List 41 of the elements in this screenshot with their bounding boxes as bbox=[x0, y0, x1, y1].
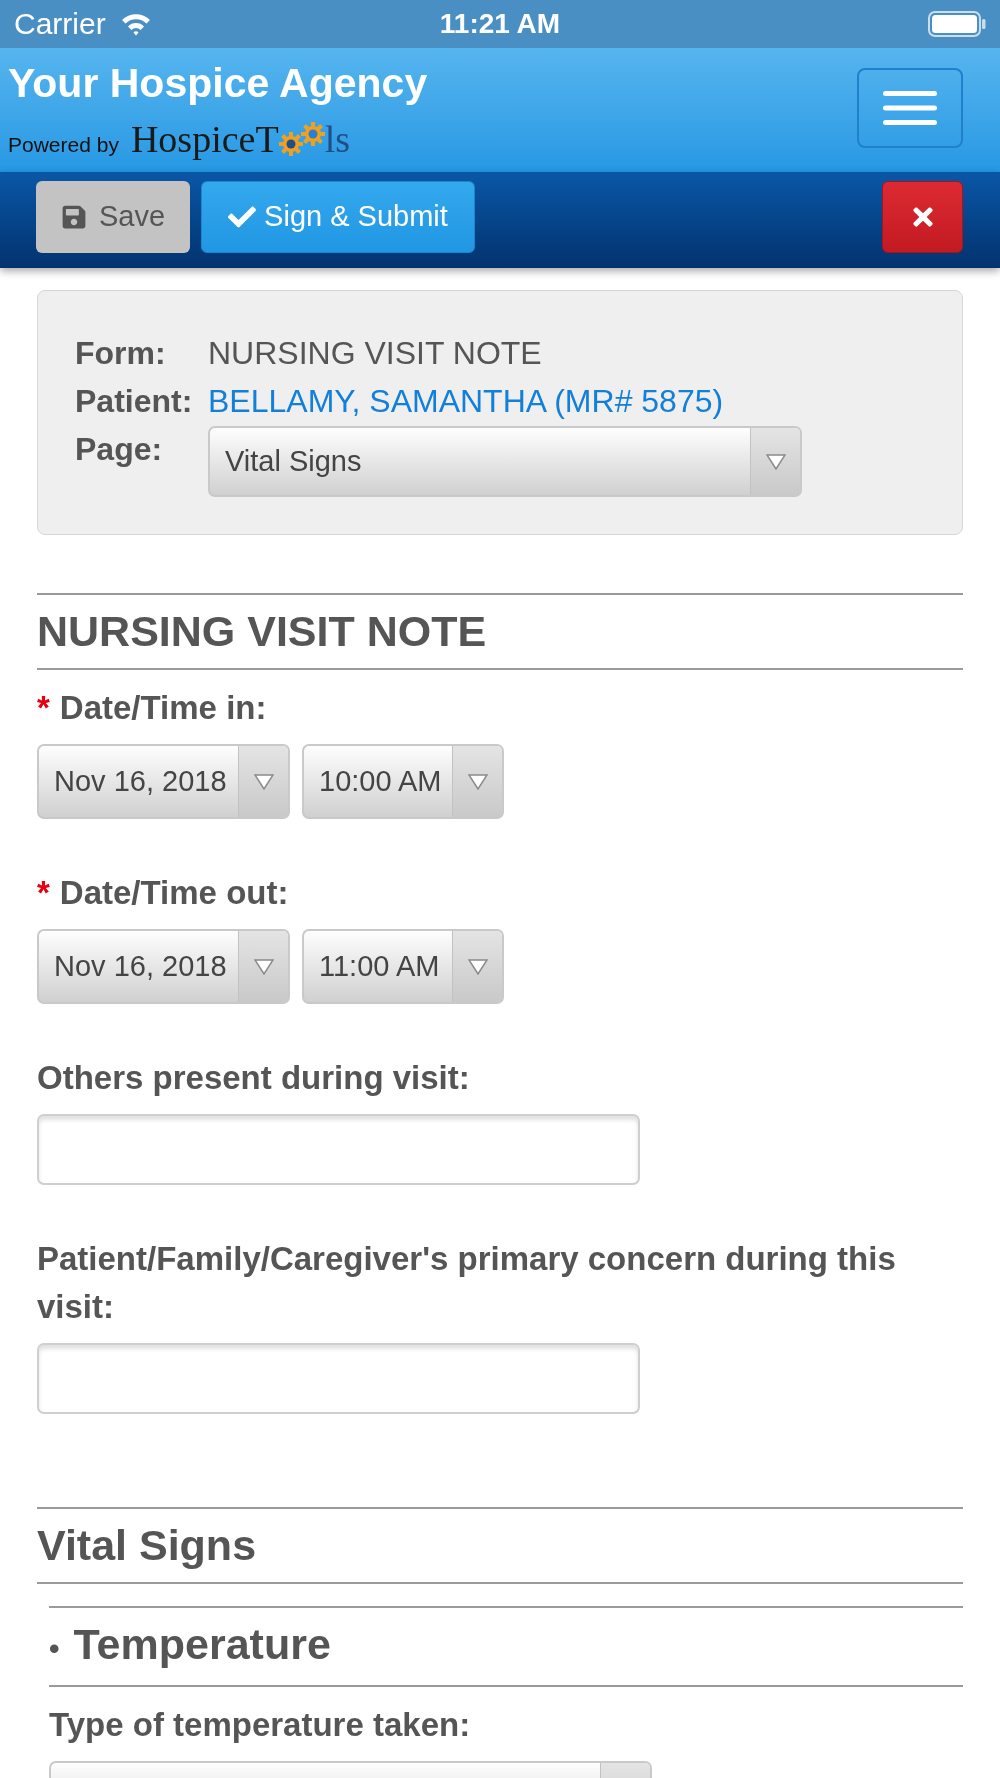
caret-icon bbox=[467, 773, 488, 790]
bullet-mark: • bbox=[49, 1631, 60, 1667]
menu-icon bbox=[883, 91, 937, 125]
menu-button[interactable] bbox=[857, 68, 963, 148]
input-field[interactable] bbox=[37, 1114, 640, 1185]
field-label: Type of temperature taken: bbox=[49, 1706, 471, 1743]
field-label: Page: bbox=[75, 430, 164, 469]
time-select[interactable]: 10:00 AM bbox=[302, 744, 504, 819]
agency-title: Your Hospice Agency bbox=[8, 59, 428, 107]
time-select[interactable]: 11:00 AM bbox=[302, 929, 504, 1004]
field-label: Date/Time in: bbox=[59, 689, 267, 726]
save-button[interactable]: Save bbox=[36, 181, 190, 253]
date-select[interactable]: Nov 16, 2018 bbox=[37, 744, 290, 819]
caret-icon bbox=[765, 453, 786, 470]
carrier-name: Carrier bbox=[14, 9, 106, 39]
logo-text: HospiceT bbox=[130, 117, 279, 162]
field-label: Form: bbox=[75, 334, 167, 373]
caret-icon bbox=[253, 958, 274, 975]
required-asterisk: * bbox=[37, 874, 50, 911]
date-select[interactable]: Nov 16, 2018 bbox=[37, 929, 290, 1004]
battery-icon bbox=[928, 11, 986, 37]
required-asterisk: * bbox=[37, 689, 50, 726]
page-select[interactable]: Vital Signs bbox=[208, 426, 802, 497]
form-name: NURSING VISIT NOTE bbox=[208, 334, 542, 373]
subsection-heading: Temperature bbox=[73, 1619, 331, 1670]
field-label: Others present during visit: bbox=[37, 1059, 470, 1096]
section-heading: Vital Signs bbox=[37, 1520, 258, 1571]
close-button[interactable] bbox=[882, 181, 963, 253]
caret-icon bbox=[467, 958, 488, 975]
powered-by-text: Powered by bbox=[8, 132, 119, 158]
clock-time: 11:21 AM bbox=[439, 10, 561, 38]
caret-icon bbox=[253, 773, 274, 790]
section-heading: NURSING VISIT NOTE bbox=[37, 606, 488, 657]
gear-icon bbox=[300, 122, 325, 146]
field-label: Patient/Family/Caregiver's primary concern during this visit: bbox=[37, 1240, 896, 1325]
patient-link[interactable]: BELLAMY, SAMANTHA (MR# 5875) bbox=[208, 377, 724, 425]
logo-text: ls bbox=[324, 117, 350, 162]
input-field[interactable] bbox=[37, 1343, 640, 1414]
gear-icon bbox=[278, 132, 303, 156]
field-label: Patient: bbox=[75, 382, 194, 421]
field-label: Date/Time out: bbox=[59, 874, 289, 911]
